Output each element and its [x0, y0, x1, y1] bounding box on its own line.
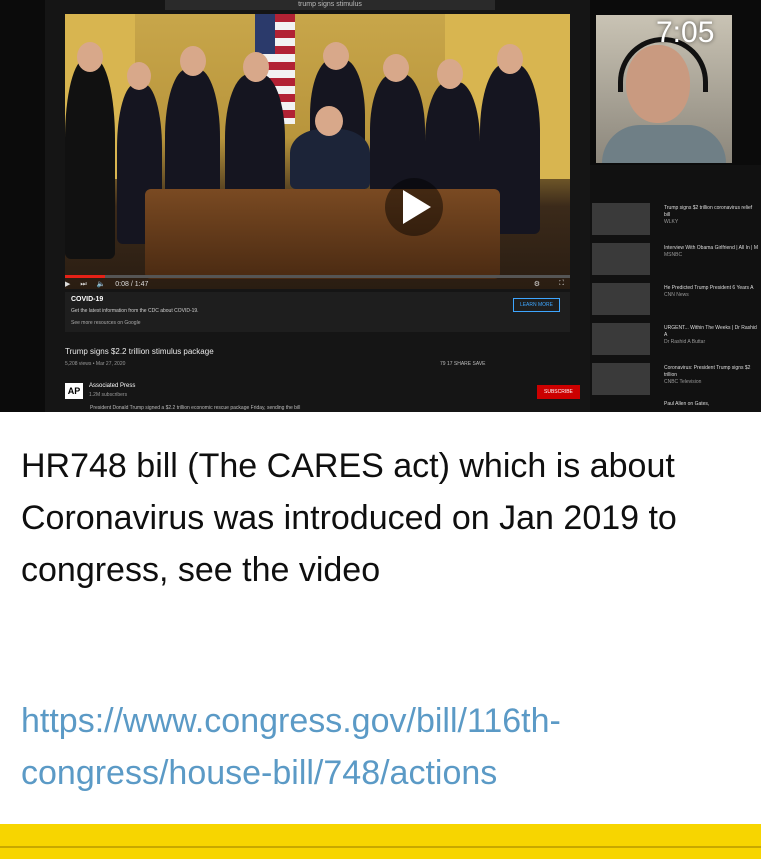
player-controls: ▶ ⏭ 🔈 0:08 / 1:47 ⚙ ⛶ [65, 280, 570, 292]
play-icon [403, 190, 431, 224]
recommended-channel: Dr Rashid A Buttar [664, 339, 706, 345]
recommended-title: He Predicted Trump President 6 Years A [664, 285, 754, 291]
video-description: President Donald Trump signed a $2.2 tri… [90, 405, 301, 411]
video-meta: 5,208 views • Mar 27, 2020 [65, 361, 126, 367]
recommended-title: Paul Allen on Gates, [664, 401, 710, 407]
recommended-title: Coronavirus: President Trump signs $2 tr… [664, 365, 751, 378]
recommended-title: Trump signs $2 trillion coronavirus reli… [664, 205, 753, 218]
play-small-icon[interactable]: ▶ [65, 281, 70, 288]
post-caption: HR748 bill (The CARES act) which is abou… [21, 447, 677, 589]
time-display: 0:08 / 1:47 [115, 281, 149, 288]
volume-icon[interactable]: 🔈 [97, 281, 106, 288]
recommended-thumbnail [592, 243, 650, 275]
recommended-thumbnail [592, 363, 650, 395]
list-item[interactable]: Coronavirus: President Trump signs $2 tr… [590, 361, 761, 397]
recommended-thumbnail [592, 203, 650, 235]
recommended-thumbnail [592, 283, 650, 315]
list-item[interactable]: Paul Allen on Gates, [590, 399, 761, 412]
recommended-channel: CNBC Television [664, 379, 702, 385]
learn-more-button[interactable]: LEARN MORE [512, 298, 560, 312]
recommended-thumbnail [592, 323, 650, 355]
panel-subtitle: Get the latest information from the CDC … [71, 308, 199, 314]
panel-link[interactable]: See more resources on Google [71, 320, 140, 326]
list-item[interactable]: URGENT... Within The Weeks | Dr Rashid A… [590, 321, 761, 357]
congress-link[interactable]: https://www.congress.gov/bill/116th-cong… [21, 695, 741, 799]
video-actions[interactable]: 79 17 SHARE SAVE [440, 361, 486, 367]
list-item[interactable]: Trump signs $2 trillion coronavirus reli… [590, 201, 761, 237]
video-scene [65, 14, 570, 289]
video-title: Trump signs $2.2 trillion stimulus packa… [65, 347, 214, 356]
play-button[interactable] [385, 178, 443, 236]
panel-title: COVID-19 [71, 296, 104, 303]
resolute-desk [145, 189, 500, 279]
bottom-bar [0, 824, 761, 859]
channel-logo[interactable]: AP [65, 383, 83, 399]
list-item[interactable]: Interview With Obama Girlfriend | All In… [590, 241, 761, 277]
embedded-youtube-screenshot: trump signs stimulus ▶ ⏭ 🔈 0:08 / 1:47 ⚙… [45, 0, 590, 412]
recommended-channel: MSNBC [664, 252, 683, 258]
list-item[interactable]: He Predicted Trump President 6 Years A C… [590, 281, 761, 317]
recommended-title: Interview With Obama Girlfriend | All In… [664, 245, 759, 251]
recommended-channel: CNN News [664, 292, 689, 298]
subscriber-count: 1.2M subscribers [89, 392, 128, 398]
recommended-channel: WLKY [664, 219, 679, 225]
next-icon[interactable]: ⏭ [80, 281, 86, 288]
channel-name[interactable]: Associated Press [89, 383, 135, 389]
settings-icon[interactable]: ⚙ [534, 280, 540, 288]
bottom-divider [0, 846, 761, 848]
video-thumbnail[interactable]: trump signs stimulus ▶ ⏭ 🔈 0:08 / 1:47 ⚙… [0, 0, 761, 412]
progress-bar[interactable] [65, 275, 570, 278]
fullscreen-icon[interactable]: ⛶ [559, 280, 564, 288]
video-duration: 7:05 [656, 16, 715, 49]
recommended-title: URGENT... Within The Weeks | Dr Rashid A [664, 325, 757, 338]
subscribe-button[interactable]: SUBSCRIBE [537, 385, 580, 399]
recommended-list: Trump signs $2 trillion coronavirus reli… [590, 165, 761, 412]
info-panel: COVID-19 Get the latest information from… [65, 292, 570, 332]
inner-search-bar: trump signs stimulus [165, 0, 495, 10]
